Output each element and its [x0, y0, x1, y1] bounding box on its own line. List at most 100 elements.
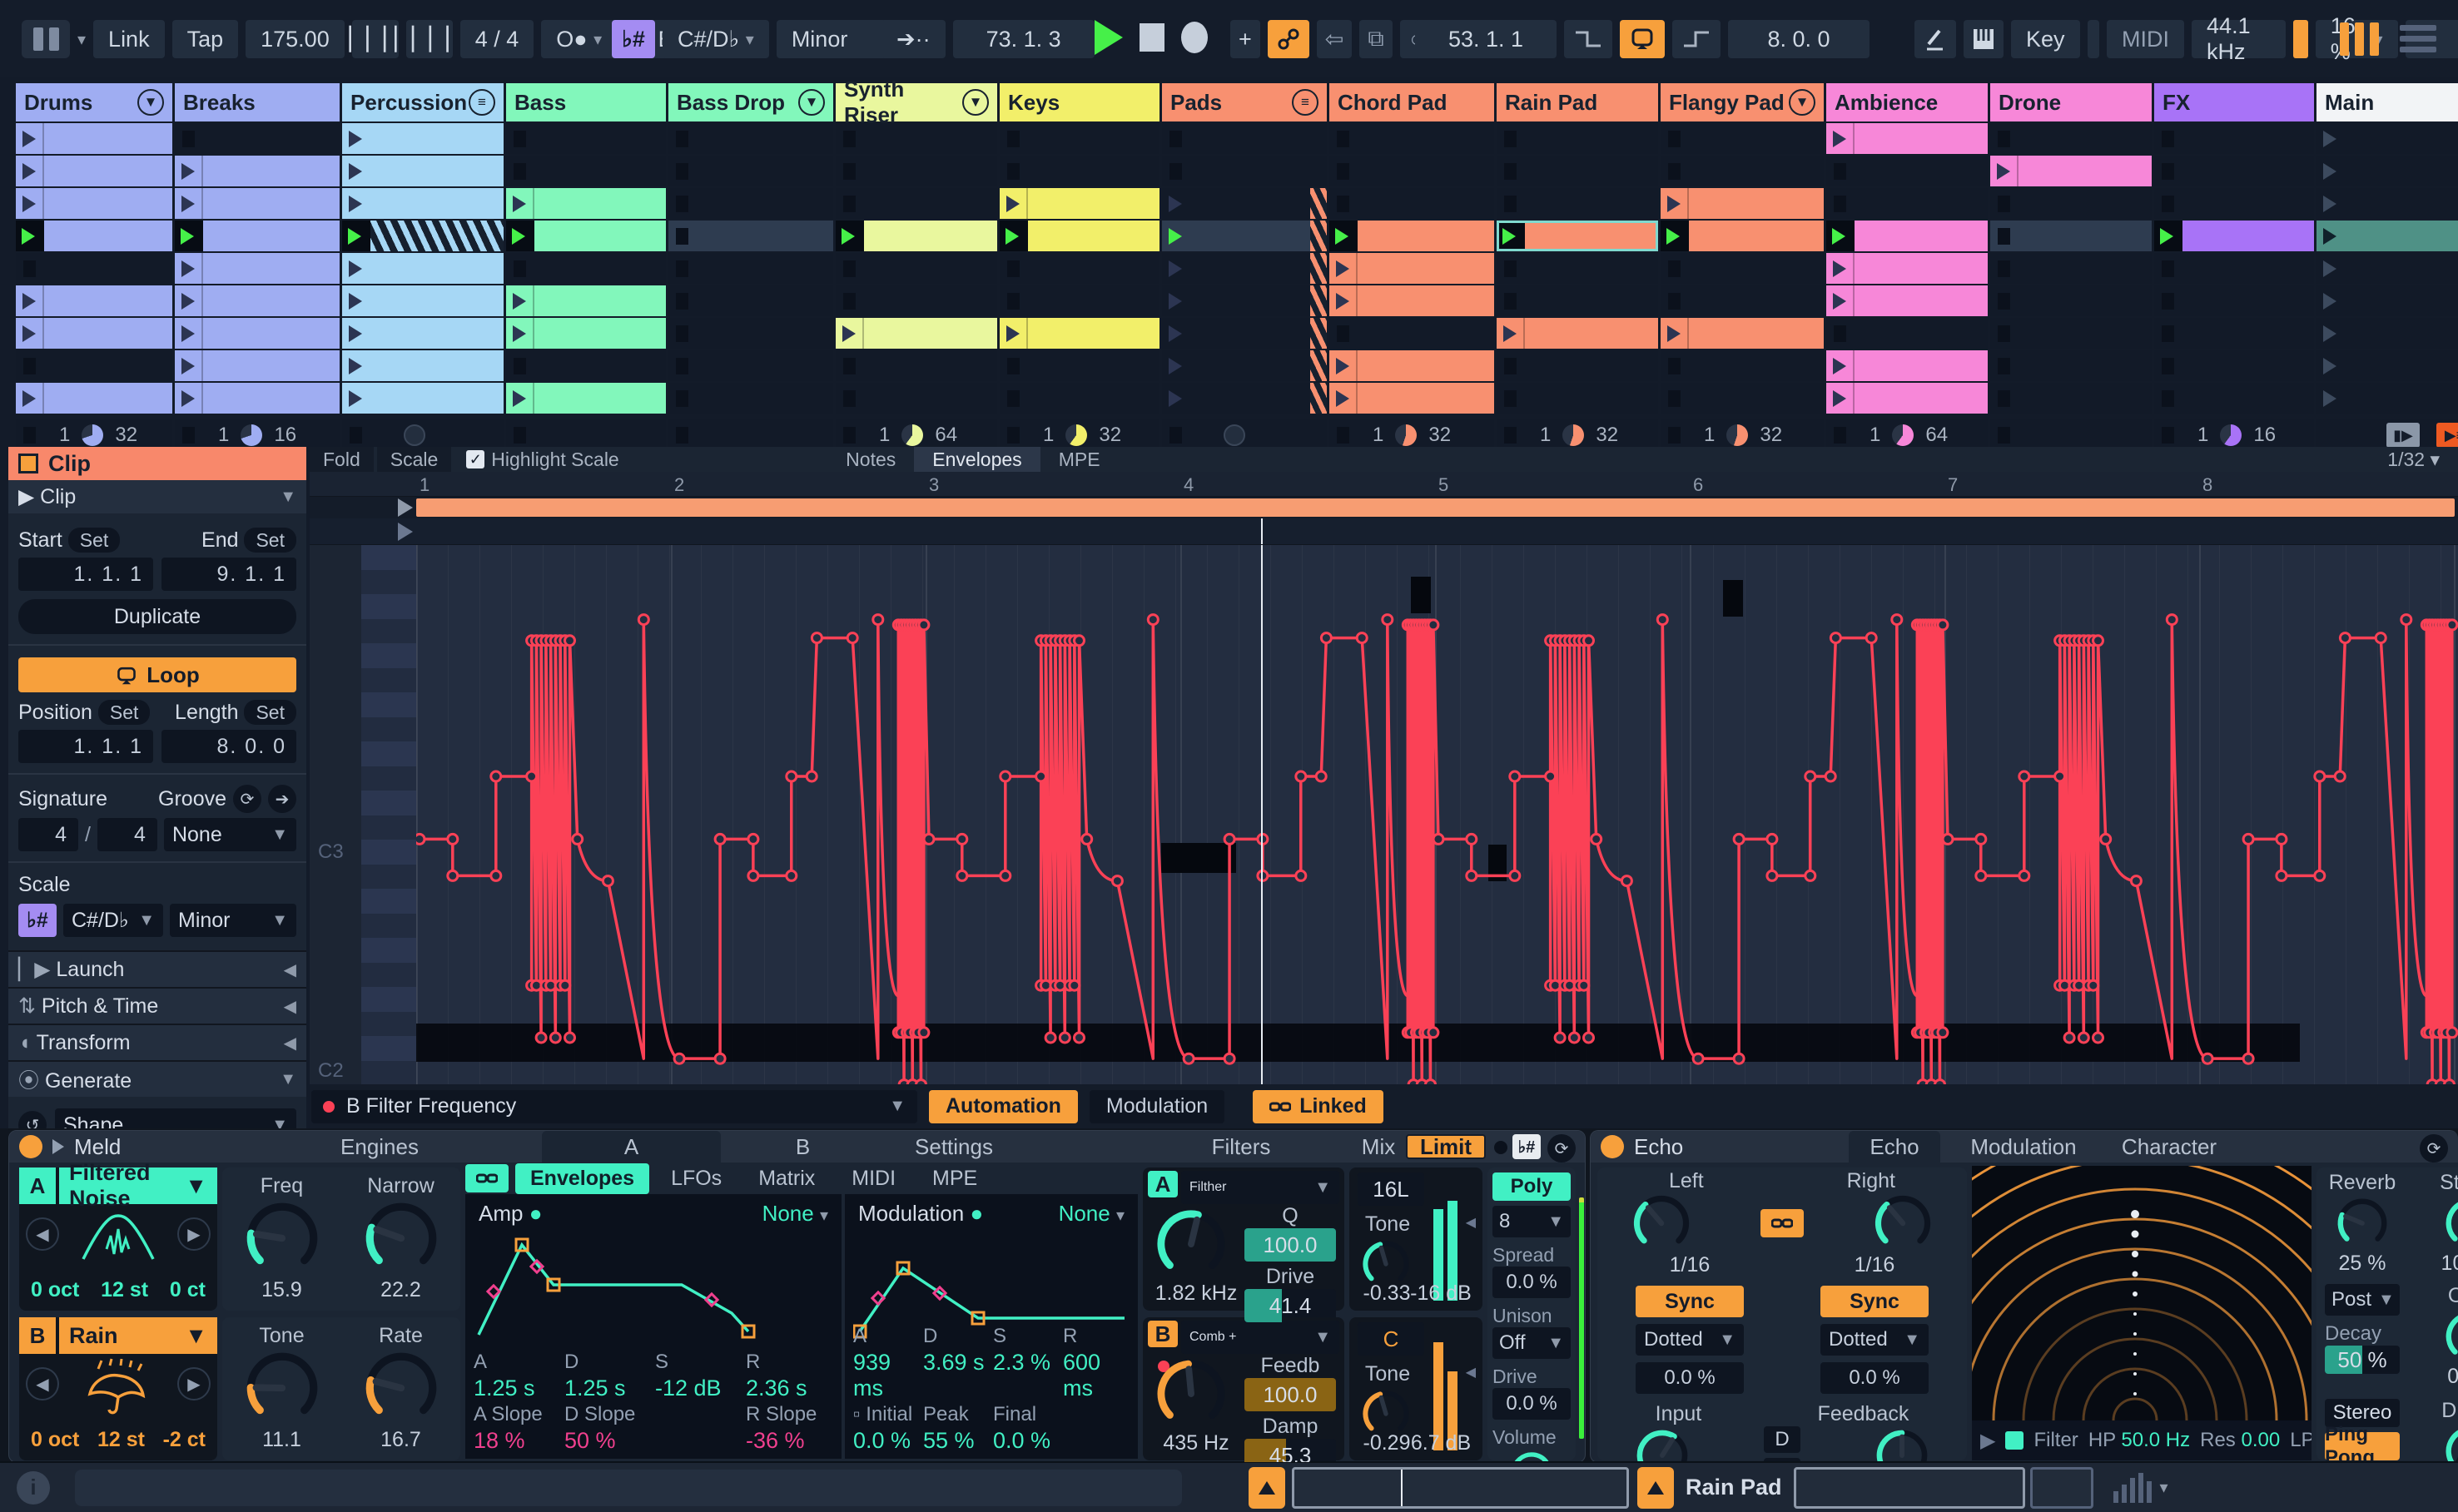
track-header-ambience[interactable]: Ambience	[1826, 83, 1988, 121]
track-header-main[interactable]: Main	[2316, 83, 2458, 121]
filter-b-type-menu[interactable]: Comb + ▼	[1181, 1321, 1339, 1354]
automation-lane[interactable]: C3 C2	[310, 545, 2458, 1084]
pitch-time-section-header[interactable]: ⇅ Pitch & Time ◀	[8, 987, 306, 1024]
loop-button[interactable]	[1620, 20, 1665, 58]
scene-slot-7[interactable]: 7	[2316, 318, 2458, 349]
clip-slot[interactable]	[175, 123, 340, 154]
clip-slot[interactable]	[1661, 253, 1824, 284]
amp-d-slope[interactable]: 50 %	[564, 1428, 655, 1454]
filter-b-freq-knob[interactable]	[1155, 1357, 1228, 1430]
meld-tab-a[interactable]: A	[542, 1131, 721, 1163]
mod-sustain[interactable]: 2.3 %	[993, 1350, 1063, 1401]
clip-slot[interactable]	[1990, 253, 2152, 284]
clip-slot[interactable]	[342, 285, 504, 316]
amp-env-mode-menu[interactable]: None ▾	[762, 1201, 828, 1227]
punch-in-button[interactable]	[1564, 20, 1612, 58]
clip-slot[interactable]	[506, 285, 666, 316]
device-chain-thumbnail-2[interactable]	[2029, 1466, 2093, 1509]
clip-slot[interactable]	[175, 188, 340, 219]
clip-slot[interactable]	[668, 318, 833, 349]
clip-slot[interactable]	[1000, 156, 1159, 186]
options-chevron-icon[interactable]: ▾	[77, 29, 86, 50]
echo-decay-slider[interactable]: 50 %	[2325, 1346, 2400, 1374]
echo-reverb-value[interactable]: 25 %	[2325, 1252, 2400, 1276]
computer-midi-keyboard-button[interactable]: Key	[2011, 20, 2080, 58]
engine-a-next-icon[interactable]: ▶	[177, 1217, 211, 1251]
loop-start-field[interactable]: 53. 1. 1	[1415, 20, 1557, 58]
clip-slot[interactable]	[836, 285, 997, 316]
clip-slot[interactable]	[1661, 383, 1824, 414]
mod-final[interactable]: 0.0 %	[993, 1428, 1063, 1454]
echo-left-division[interactable]: 1/16	[1670, 1253, 1711, 1277]
clip-slot[interactable]	[1497, 350, 1658, 381]
echo-right-sync[interactable]: Sync	[1820, 1286, 1929, 1317]
clip-slot[interactable]	[1990, 350, 2152, 381]
clip-slot[interactable]	[1000, 285, 1159, 316]
mod-attack[interactable]: 939 ms	[853, 1350, 923, 1401]
clip-slot[interactable]	[16, 188, 172, 219]
clip-slot[interactable]	[1000, 383, 1159, 414]
time-signature-field[interactable]: 4 / 4	[459, 20, 534, 58]
track-collapse-icon[interactable]: ▼	[137, 89, 164, 116]
clip-slot[interactable]	[1661, 156, 1824, 186]
clip-slot-playing[interactable]	[1329, 221, 1494, 251]
clip-slot[interactable]	[1826, 188, 1988, 219]
clip-slot[interactable]	[836, 253, 997, 284]
echo-stereo-value[interactable]: 100 %	[2433, 1252, 2458, 1276]
clip-slot[interactable]	[342, 156, 504, 186]
generate-section-header[interactable]: ⦿ Generate ▼	[8, 1060, 306, 1097]
clip-slot[interactable]	[1329, 383, 1494, 414]
echo-left-mode-menu[interactable]: Dotted ▼	[1636, 1324, 1744, 1356]
clip-slot[interactable]	[1329, 350, 1494, 381]
fold-keys-icon[interactable]	[1964, 20, 2004, 58]
clip-slot[interactable]	[16, 123, 172, 154]
clip-slot[interactable]	[1661, 318, 1824, 349]
engine-a-menu[interactable]: Filtered Noise ▼	[59, 1160, 217, 1211]
groove-commit-icon[interactable]: ➔	[268, 785, 296, 813]
clip-start-field[interactable]: 1. 1. 1	[18, 558, 153, 591]
group-menu-icon[interactable]: ≡	[1292, 89, 1318, 116]
clip-slot[interactable]	[836, 123, 997, 154]
clip-slot[interactable]	[1329, 123, 1494, 154]
stop-button[interactable]	[1140, 23, 1164, 52]
start-set-button[interactable]: Set	[67, 528, 121, 553]
clip-slot[interactable]	[668, 123, 833, 154]
device-chain-thumbnail[interactable]	[1793, 1466, 2025, 1509]
clip-section-header[interactable]: ▶︎ Clip ▼	[8, 480, 306, 513]
loop-brace[interactable]	[310, 497, 2458, 518]
clip-slot[interactable]	[175, 156, 340, 186]
clip-slot[interactable]	[2154, 383, 2314, 414]
engine-a-st[interactable]: 12 st	[101, 1278, 148, 1302]
echo-reverb-knob[interactable]	[2336, 1197, 2389, 1250]
clip-slot[interactable]	[2154, 123, 2314, 154]
amp-decay[interactable]: 1.25 s	[564, 1376, 655, 1401]
scene-slot-6[interactable]: 6	[2316, 285, 2458, 316]
clip-slot[interactable]	[668, 221, 833, 251]
mix-b-meter-arrow-icon[interactable]: ◀	[1466, 1364, 1476, 1381]
transform-section-header[interactable]: ◖ Transform ◀	[8, 1024, 306, 1060]
engine-a-prev-icon[interactable]: ◀	[26, 1217, 59, 1251]
tab-mpe[interactable]: MPE	[1040, 447, 1119, 472]
env-link-icon[interactable]	[465, 1164, 509, 1192]
clip-slot[interactable]	[2154, 156, 2314, 186]
clip-slot[interactable]	[1826, 156, 1988, 186]
capture-midi-button[interactable]: ⧉	[1359, 20, 1393, 58]
clip-slot[interactable]	[2154, 350, 2314, 381]
echo-hot-swap-icon[interactable]: ⟳	[2420, 1134, 2448, 1163]
clip-end-field[interactable]: 9. 1. 1	[161, 558, 296, 591]
clip-slot[interactable]	[342, 350, 504, 381]
loop-length-field-clip[interactable]: 8. 0. 0	[161, 730, 296, 763]
meld-hot-swap-icon[interactable]: ⟳	[1547, 1134, 1576, 1163]
echo-stereo-link-icon[interactable]	[1760, 1209, 1804, 1237]
echo-right-knob[interactable]	[1873, 1193, 1933, 1253]
highlight-scale-checkbox[interactable]: ✓	[466, 450, 485, 468]
signature-denominator-field[interactable]: 4	[97, 818, 157, 851]
subtab-lfos[interactable]: LFOs	[656, 1163, 737, 1194]
echo-stereo-knob[interactable]	[2444, 1197, 2458, 1250]
length-set-button[interactable]: Set	[244, 700, 296, 725]
group-slot[interactable]	[1162, 350, 1327, 381]
meld-tab-settings[interactable]: Settings	[879, 1131, 1029, 1163]
loop-toggle-button[interactable]: Loop	[18, 657, 296, 692]
clip-slot[interactable]	[1990, 383, 2152, 414]
clip-slot[interactable]	[506, 156, 666, 186]
